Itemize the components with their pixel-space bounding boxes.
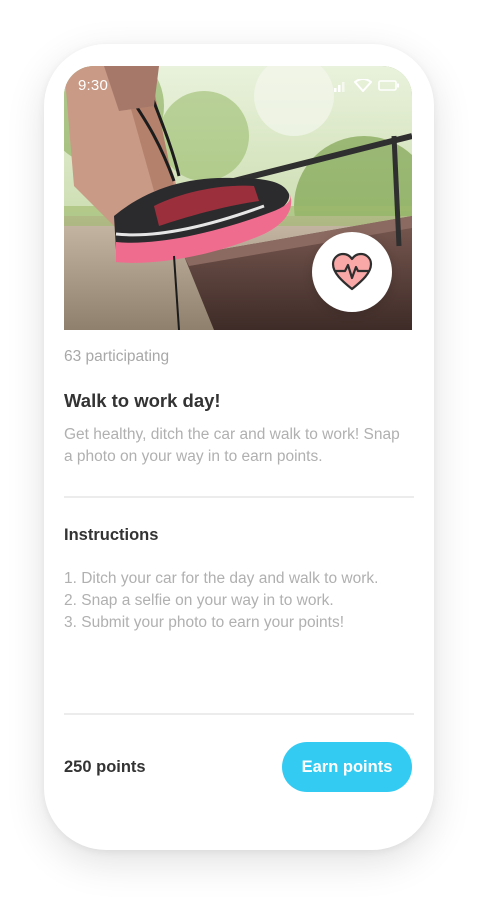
phone-frame: 9:30 63 participating Walk to work day! … bbox=[44, 44, 434, 850]
instruction-step: 3. Submit your photo to earn your points… bbox=[64, 614, 345, 631]
battery-icon bbox=[378, 80, 399, 91]
instruction-step: 2. Snap a selfie on your way in to work. bbox=[64, 592, 334, 609]
instructions-heading: Instructions bbox=[64, 526, 159, 544]
instruction-step: 1. Ditch your car for the day and walk t… bbox=[64, 570, 379, 587]
challenge-title: Walk to work day! bbox=[64, 390, 221, 411]
heart-badge bbox=[312, 232, 392, 312]
points-value: 250 points bbox=[64, 758, 146, 776]
divider bbox=[64, 496, 414, 498]
wifi-icon bbox=[354, 79, 372, 92]
status-time: 9:30 bbox=[78, 77, 108, 94]
divider bbox=[64, 713, 414, 715]
signal-icon bbox=[334, 81, 345, 92]
heartbeat-icon bbox=[331, 252, 373, 291]
hero-image: 9:30 bbox=[64, 66, 412, 330]
participating-count: 63 participating bbox=[64, 348, 170, 365]
challenge-description: Get healthy, ditch the car and walk to w… bbox=[64, 426, 400, 465]
status-icons bbox=[334, 79, 400, 92]
earn-points-button[interactable]: Earn points bbox=[282, 742, 412, 792]
stage: 9:30 63 participating Walk to work day! … bbox=[0, 0, 486, 902]
instruction-steps: 1. Ditch your car for the day and walk t… bbox=[64, 568, 384, 634]
